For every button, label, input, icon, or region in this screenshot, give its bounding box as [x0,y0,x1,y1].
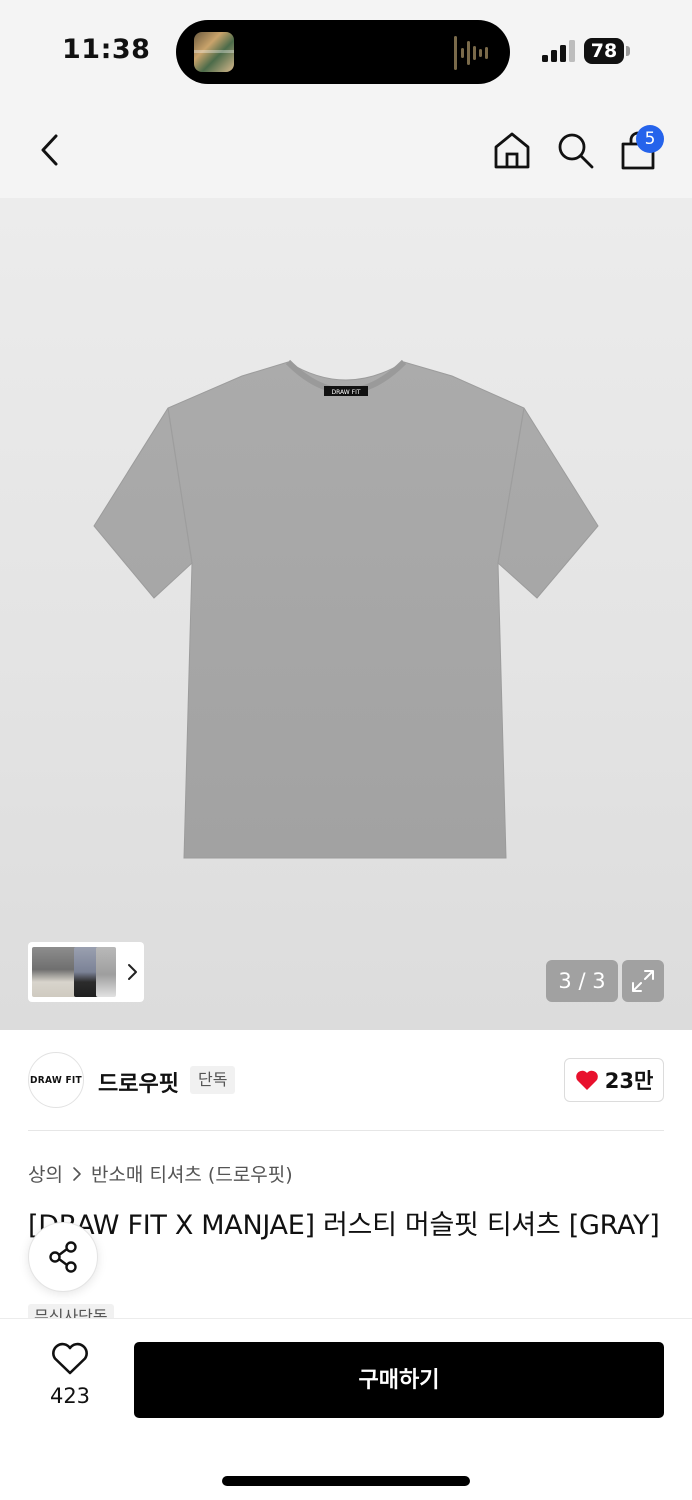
brand-logo-text: DRAW FIT [30,1074,82,1086]
home-indicator [222,1476,470,1486]
audio-wave-icon [454,36,488,70]
battery-tip [626,46,630,56]
breadcrumb-separator-icon [73,1166,81,1181]
breadcrumb-subcategory[interactable]: 반소매 티셔츠 (드로우핏) [91,1160,293,1187]
status-time: 11:38 [62,34,151,65]
brand-like-count: 23만 [604,1069,654,1093]
breadcrumb: 상의 반소매 티셔츠 (드로우핏) [28,1160,293,1187]
wishlist-button[interactable]: 423 [40,1342,100,1414]
share-button[interactable] [28,1222,98,1292]
gallery-thumbnail-strip[interactable] [28,942,144,1002]
exclusive-badge: 단독 [190,1066,236,1094]
expand-button[interactable] [622,960,664,1002]
breadcrumb-category[interactable]: 상의 [28,1160,63,1187]
thumbnail-image[interactable] [96,947,116,997]
heart-outline-icon [52,1342,88,1375]
wishlist-count: 423 [49,1384,91,1408]
section-divider [28,1130,664,1131]
image-counter: 3 / 3 [546,960,618,1002]
share-icon [49,1241,77,1273]
back-icon [41,134,58,166]
home-icon [494,132,530,169]
search-icon [558,133,594,169]
dynamic-island [176,20,510,84]
home-button[interactable] [490,128,534,172]
top-nav-bar [0,100,692,198]
cellular-signal-icon [542,40,575,62]
battery-indicator: 78 [584,38,624,64]
product-image-gallery[interactable]: DRAW FIT 3 / 3 [0,198,692,1030]
expand-icon [632,970,654,992]
thumbnail-image[interactable] [32,947,78,997]
heart-icon [575,1070,598,1090]
brand-logo[interactable]: DRAW FIT [28,1052,84,1108]
neck-label-text: DRAW FIT [331,389,360,396]
product-title: [DRAW FIT X MANJAE] 러스티 머슬핏 티셔츠 [GRAY] [28,1210,660,1241]
cart-count-badge: 5 [636,125,664,153]
search-button[interactable] [553,128,597,172]
brand-name[interactable]: 드로우핏 [98,1066,179,1098]
product-image: DRAW FIT [93,359,599,859]
now-playing-artwork [194,32,234,72]
status-bar: 11:38 78 [0,0,692,100]
brand-like-button[interactable]: 23만 [564,1058,664,1102]
buy-button[interactable]: 구매하기 [134,1342,664,1418]
back-button[interactable] [28,128,72,172]
chevron-right-icon[interactable] [122,960,142,984]
